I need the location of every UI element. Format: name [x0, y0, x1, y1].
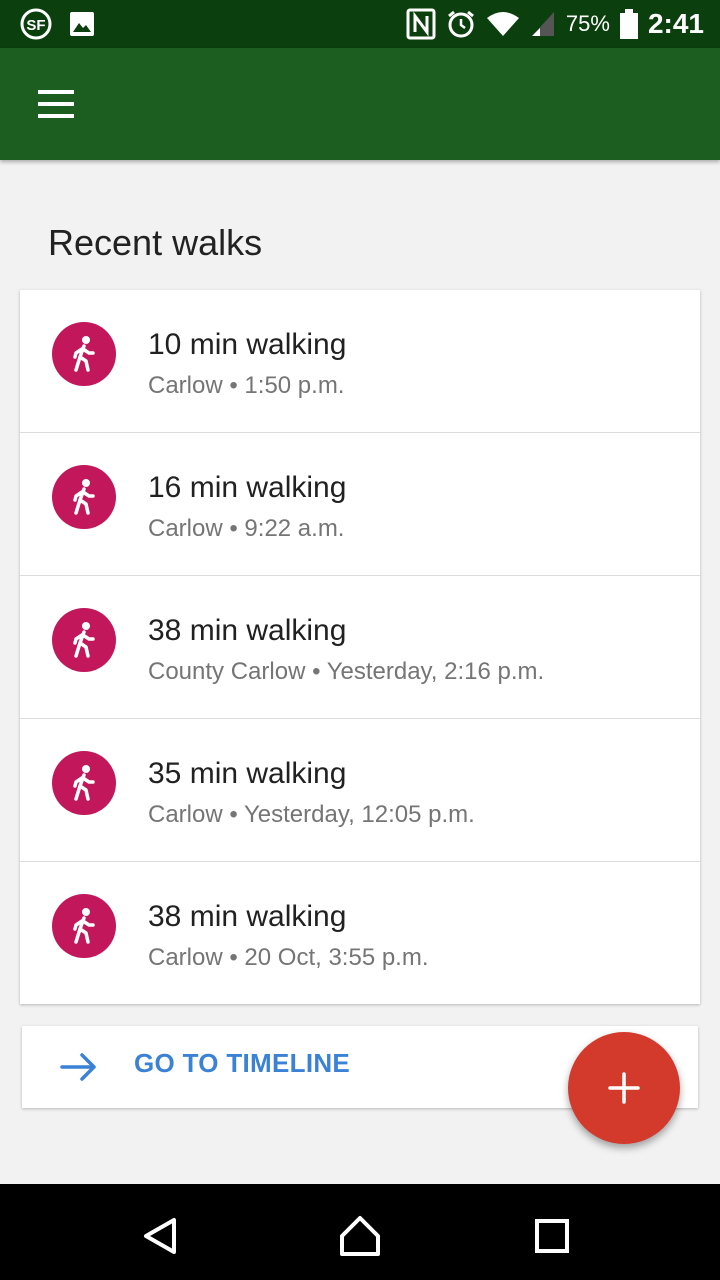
wifi-icon	[486, 12, 519, 36]
walking-icon	[52, 322, 116, 386]
status-bar: SF 75% 2:41	[0, 0, 720, 48]
section-title: Recent walks	[48, 222, 263, 263]
walk-list-item[interactable]: 38 min walking County Carlow • Yesterday…	[20, 576, 700, 719]
arrow-right-icon	[60, 1053, 96, 1081]
walking-icon	[52, 465, 116, 529]
home-icon[interactable]	[332, 1208, 388, 1264]
back-icon[interactable]	[132, 1208, 188, 1264]
walk-subtitle: Carlow • 1:50 p.m.	[148, 372, 345, 399]
app-bar	[0, 48, 720, 160]
walk-title: 38 min walking	[148, 900, 347, 933]
walking-icon	[52, 608, 116, 672]
walk-subtitle: Carlow • Yesterday, 12:05 p.m.	[148, 801, 475, 828]
battery-percent: 75%	[565, 11, 610, 36]
walk-list-item[interactable]: 10 min walking Carlow • 1:50 p.m.	[20, 290, 700, 433]
status-clock: 2:41	[647, 8, 704, 39]
signal-icon	[531, 12, 554, 36]
add-fab-button[interactable]	[568, 1032, 680, 1144]
svg-text:SF: SF	[26, 17, 45, 34]
alarm-icon	[447, 10, 474, 38]
status-right-icons: 75% 2:41	[406, 6, 704, 42]
hamburger-menu-icon[interactable]	[24, 80, 88, 128]
go-to-timeline-label: GO TO TIMELINE	[134, 1048, 351, 1078]
walk-title: 38 min walking	[148, 614, 347, 647]
walk-subtitle: Carlow • 20 Oct, 3:55 p.m.	[148, 944, 429, 971]
nfc-icon	[406, 8, 436, 40]
system-nav-bar	[0, 1184, 720, 1280]
image-notification-icon	[70, 12, 94, 36]
recent-walks-card: 10 min walking Carlow • 1:50 p.m. 16 min…	[20, 290, 700, 1004]
walk-title: 35 min walking	[148, 757, 347, 790]
recents-icon[interactable]	[524, 1208, 580, 1264]
status-left-icons: SF	[20, 8, 96, 40]
walk-subtitle: Carlow • 9:22 a.m.	[148, 515, 345, 542]
walking-icon	[52, 751, 116, 815]
walk-title: 16 min walking	[148, 471, 347, 504]
battery-icon	[619, 9, 638, 39]
walk-title: 10 min walking	[148, 328, 347, 361]
walk-list-item[interactable]: 38 min walking Carlow • 20 Oct, 3:55 p.m…	[20, 862, 700, 1005]
sf-notification-icon: SF	[20, 8, 52, 40]
walk-list-item[interactable]: 16 min walking Carlow • 9:22 a.m.	[20, 433, 700, 576]
plus-icon	[608, 1072, 640, 1104]
walk-subtitle: County Carlow • Yesterday, 2:16 p.m.	[148, 658, 545, 685]
walking-icon	[52, 894, 116, 958]
walk-list-item[interactable]: 35 min walking Carlow • Yesterday, 12:05…	[20, 719, 700, 862]
